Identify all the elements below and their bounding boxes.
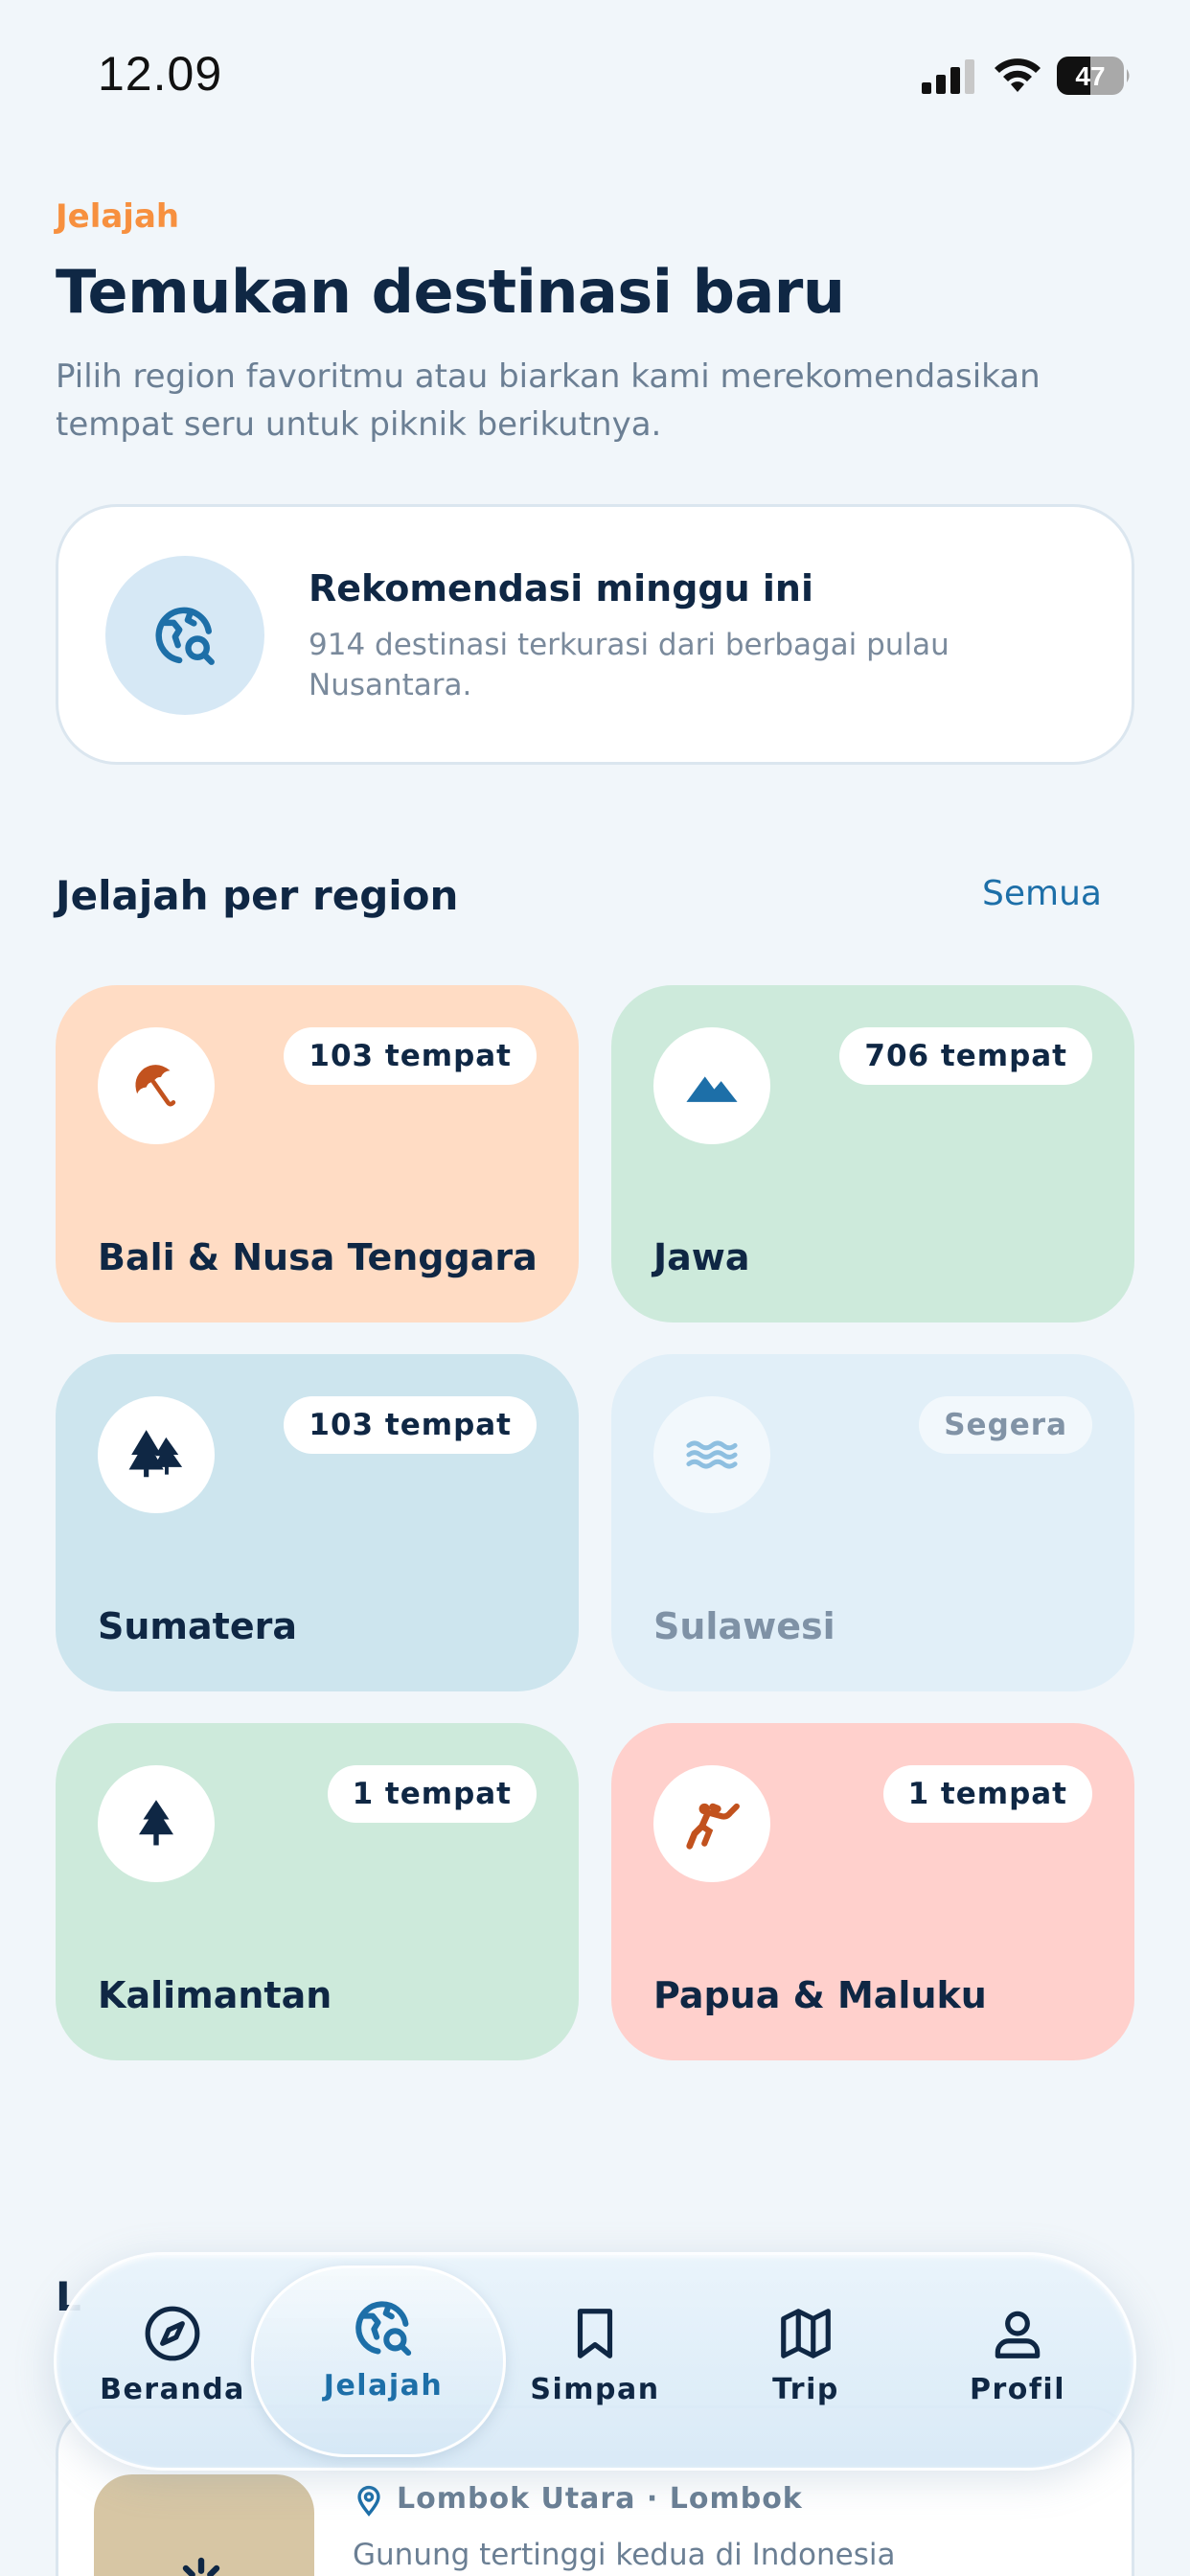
map-icon	[781, 2309, 831, 2358]
region-icon-circle	[98, 1027, 215, 1144]
destination-description: Gunung tertinggi kedua di Indonesia	[353, 2538, 896, 2572]
recommendation-title: Rekomendasi minggu ini	[309, 567, 813, 610]
wifi-icon	[995, 58, 1041, 92]
nav-item-beranda[interactable]: Beranda	[77, 2304, 268, 2406]
region-status-badge: Segera	[919, 1396, 1092, 1454]
waves-icon	[686, 1440, 738, 1469]
region-icon-circle	[653, 1765, 770, 1882]
page-eyebrow: Jelajah	[56, 197, 180, 236]
sun-icon	[182, 2557, 220, 2576]
nav-item-jelajah[interactable]: Jelajah	[287, 2296, 479, 2403]
mountain-icon	[686, 1076, 738, 1102]
region-card-jawa[interactable]: 706 tempat Jawa	[611, 985, 1134, 1322]
nav-item-simpan[interactable]: Simpan	[499, 2304, 691, 2406]
nav-label: Profil	[969, 2373, 1065, 2406]
region-card-kalimantan[interactable]: 1 tempat Kalimantan	[56, 1723, 579, 2060]
globe-search-icon	[355, 2301, 412, 2357]
nav-item-profil[interactable]: Profil	[922, 2304, 1113, 2406]
location-pin-icon	[357, 2485, 380, 2517]
region-icon-circle	[653, 1027, 770, 1144]
diver-icon	[686, 1803, 740, 1850]
region-count-badge: 1 tempat	[882, 1765, 1092, 1823]
nav-label: Trip	[772, 2373, 839, 2406]
region-name: Kalimantan	[98, 1974, 332, 2016]
region-name: Sumatera	[98, 1605, 297, 1647]
region-name: Jawa	[653, 1236, 750, 1278]
recommendation-description: 914 destinasi terkurasi dari berbagai pu…	[309, 628, 950, 702]
page-title: Temukan destinasi baru	[56, 257, 845, 327]
region-icon-circle	[653, 1396, 770, 1513]
region-name: Papua & Maluku	[653, 1974, 987, 2016]
destination-location: Lombok Utara · Lombok	[397, 2482, 803, 2516]
region-count-badge: 103 tempat	[284, 1396, 537, 1454]
region-name: Bali & Nusa Tenggara	[98, 1236, 538, 1278]
compass-icon	[145, 2306, 200, 2361]
region-count-badge: 1 tempat	[327, 1765, 537, 1823]
region-name: Sulawesi	[653, 1605, 835, 1647]
bookmark-icon	[577, 2309, 613, 2358]
page-subtitle: Pilih region favoritmu atau biarkan kami…	[56, 357, 1041, 444]
nav-label: Beranda	[100, 2373, 245, 2406]
user-icon	[995, 2311, 1041, 2358]
globe-search-icon	[155, 607, 215, 665]
nav-item-trip[interactable]: Trip	[710, 2304, 902, 2406]
region-count-badge: 706 tempat	[839, 1027, 1092, 1085]
battery-level: 47	[1075, 61, 1105, 91]
trees-icon	[128, 1430, 183, 1478]
see-all-link[interactable]: Semua	[982, 874, 1102, 913]
region-card-sumatera[interactable]: 103 tempat Sumatera	[56, 1354, 579, 1691]
battery-icon: 47	[1057, 57, 1130, 95]
nav-label: Simpan	[530, 2373, 660, 2406]
nav-label: Jelajah	[323, 2369, 444, 2403]
signal-icon	[922, 59, 974, 94]
umbrella-icon	[135, 1065, 176, 1107]
tree-icon	[139, 1800, 173, 1846]
region-card-bali[interactable]: 103 tempat Bali & Nusa Tenggara	[56, 985, 579, 1322]
region-card-sulawesi: Segera Sulawesi	[611, 1354, 1134, 1691]
status-time: 12.09	[98, 47, 223, 101]
destination-thumbnail	[94, 2474, 314, 2576]
regions-section-title: Jelajah per region	[56, 872, 459, 919]
region-icon-circle	[98, 1396, 215, 1513]
region-count-badge: 103 tempat	[284, 1027, 537, 1085]
region-icon-circle	[98, 1765, 215, 1882]
region-card-papua[interactable]: 1 tempat Papua & Maluku	[611, 1723, 1134, 2060]
